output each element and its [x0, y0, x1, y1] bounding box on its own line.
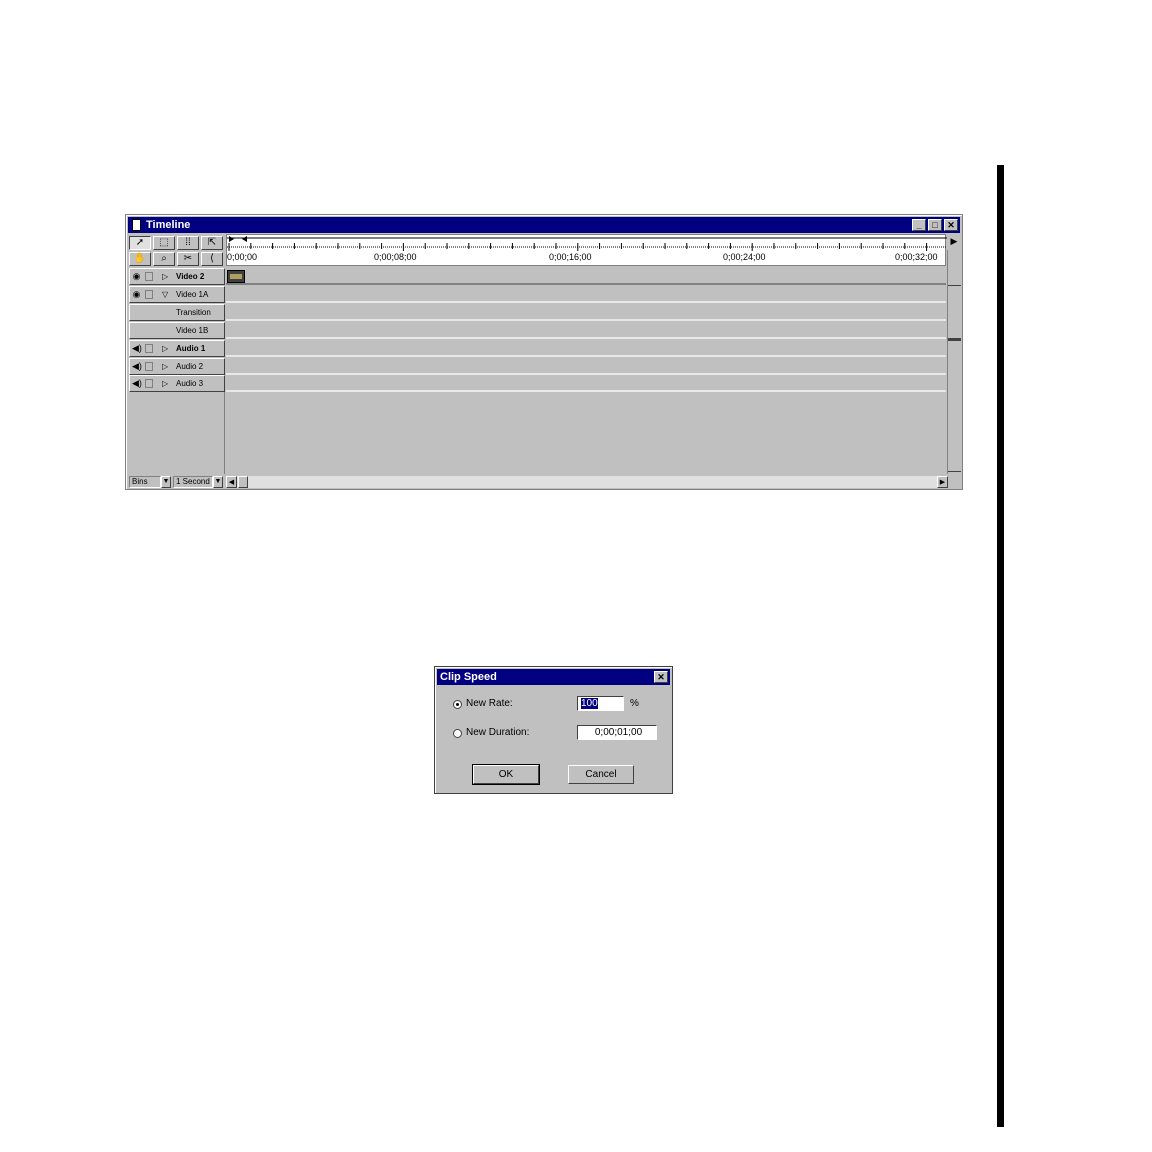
expand-triangle-icon[interactable]: ▷ — [162, 359, 168, 374]
cancel-button[interactable]: Cancel — [568, 765, 634, 784]
track-name: Audio 3 — [176, 379, 204, 388]
collapse-triangle-icon[interactable]: ▽ — [162, 287, 168, 302]
speaker-icon[interactable]: ◀) — [132, 344, 142, 353]
in-out-tool-icon[interactable]: ⟨ — [201, 252, 223, 266]
lock-toggle[interactable] — [145, 344, 153, 353]
expand-triangle-icon[interactable]: ▷ — [162, 376, 168, 391]
track-header-audio-1[interactable]: ◀) ▷ Audio 1 — [129, 340, 225, 357]
ruler-ticks — [227, 236, 947, 251]
page-margin-rule — [997, 165, 1004, 1127]
track-name: Video 1A — [176, 290, 209, 299]
track-lane-video-1b[interactable] — [226, 322, 946, 339]
minimize-button[interactable]: _ — [912, 219, 926, 231]
view-option-dropdown-icon[interactable]: ▼ — [161, 476, 171, 488]
view-option-field[interactable]: Bins — [129, 476, 161, 488]
new-rate-label: New Rate: — [466, 698, 513, 709]
timeline-title: Timeline — [146, 219, 191, 231]
ruler-label-3: 0;00;24;00 — [723, 252, 766, 262]
track-header-video-2[interactable]: ◉ ▷ Video 2 — [129, 268, 225, 285]
eye-icon[interactable]: ◉ — [132, 272, 141, 281]
lock-toggle[interactable] — [145, 362, 153, 371]
track-name: Audio 2 — [176, 362, 204, 371]
lock-toggle[interactable] — [145, 290, 153, 299]
percent-label: % — [630, 698, 639, 709]
track-lane-video-1a[interactable] — [226, 286, 946, 303]
track-name: Video 2 — [176, 272, 205, 281]
hand-tool-icon[interactable]: ✋ — [129, 252, 151, 266]
speaker-icon[interactable]: ◀) — [132, 362, 142, 371]
time-unit-dropdown-icon[interactable]: ▼ — [213, 476, 223, 488]
track-lane-audio-2[interactable] — [226, 358, 946, 375]
expand-triangle-icon[interactable]: ▷ — [162, 341, 168, 356]
timeline-statusbar: Bins ▼ 1 Second ▼ ◀ ▶ — [128, 475, 961, 489]
track-name: Transition — [176, 308, 211, 317]
maximize-button[interactable]: □ — [928, 219, 942, 231]
timeline-window: Timeline _ □ ✕ ➚ ⬚ ⁞⁞ ⇱ ✋ ⌕ ✂ ⟨ 0;00;00 … — [125, 214, 963, 490]
track-select-tool-icon[interactable]: ⇱ — [201, 236, 223, 250]
track-header-audio-2[interactable]: ◀) ▷ Audio 2 — [129, 358, 225, 375]
track-header-audio-3[interactable]: ◀) ▷ Audio 3 — [129, 375, 225, 392]
time-ruler[interactable]: 0;00;00 0;00;08;00 0;00;16;00 0;00;24;00… — [226, 234, 947, 266]
range-select-tool-icon[interactable]: ⬚ — [153, 236, 175, 250]
razor-tool-icon[interactable]: ✂ — [177, 252, 199, 266]
track-name: Audio 1 — [176, 344, 206, 353]
block-select-tool-icon[interactable]: ⁞⁞ — [177, 236, 199, 250]
lock-toggle[interactable] — [145, 379, 153, 388]
zoom-tool-icon[interactable]: ⌕ — [153, 252, 175, 266]
new-duration-label: New Duration: — [466, 727, 530, 738]
toolbox: ➚ ⬚ ⁞⁞ ⇱ ✋ ⌕ ✂ ⟨ — [129, 236, 225, 268]
track-lane-audio-3[interactable] — [226, 375, 946, 392]
new-rate-radio[interactable] — [453, 700, 462, 709]
document-icon — [132, 219, 141, 231]
selection-tool-icon[interactable]: ➚ — [129, 236, 151, 250]
new-duration-input[interactable]: 0;00;01;00 — [577, 725, 657, 740]
track-header-transition[interactable]: Transition — [129, 304, 225, 321]
ruler-label-start: 0;00;00 — [227, 252, 258, 262]
new-duration-radio[interactable] — [453, 729, 462, 738]
new-rate-input[interactable]: 100 — [577, 696, 624, 711]
ruler-label-2: 0;00;16;00 — [549, 252, 592, 262]
scroll-left-icon[interactable]: ◀ — [226, 476, 237, 488]
close-button[interactable]: ✕ — [944, 219, 958, 231]
ok-button[interactable]: OK — [472, 764, 540, 785]
dialog-close-icon[interactable]: ✕ — [654, 671, 668, 683]
vertical-scrollbar[interactable] — [947, 250, 961, 474]
expand-triangle-icon[interactable]: ▷ — [162, 269, 168, 284]
clip-speed-dialog: Clip Speed ✕ New Rate: 100 % New Duratio… — [434, 666, 673, 794]
track-header-video-1b[interactable]: Video 1B — [129, 322, 225, 339]
lock-toggle[interactable] — [145, 272, 153, 281]
dialog-title[interactable]: Clip Speed — [437, 669, 670, 685]
track-lane-transition[interactable] — [226, 304, 946, 321]
track-lane-video-2[interactable] — [226, 268, 946, 285]
ruler-label-4: 0;00;32;00 — [895, 252, 938, 262]
scroll-thumb[interactable] — [238, 476, 248, 488]
track-header-video-1a[interactable]: ◉ ▽ Video 1A — [129, 286, 225, 303]
eye-icon[interactable]: ◉ — [132, 290, 141, 299]
horizontal-scrollbar[interactable]: ◀ ▶ — [226, 476, 948, 488]
video-clip[interactable] — [227, 270, 245, 283]
ruler-right-arrow-icon[interactable]: ▶ — [947, 234, 961, 248]
new-rate-value: 100 — [581, 698, 598, 709]
track-header-empty-area — [129, 392, 225, 474]
track-lane-audio-1[interactable] — [226, 340, 946, 357]
speaker-icon[interactable]: ◀) — [132, 379, 142, 388]
ruler-label-1: 0;00;08;00 — [374, 252, 417, 262]
time-unit-field[interactable]: 1 Second — [173, 476, 213, 488]
timeline-titlebar[interactable]: Timeline _ □ ✕ — [128, 217, 960, 233]
scroll-right-icon[interactable]: ▶ — [937, 476, 948, 488]
track-name: Video 1B — [176, 326, 209, 335]
